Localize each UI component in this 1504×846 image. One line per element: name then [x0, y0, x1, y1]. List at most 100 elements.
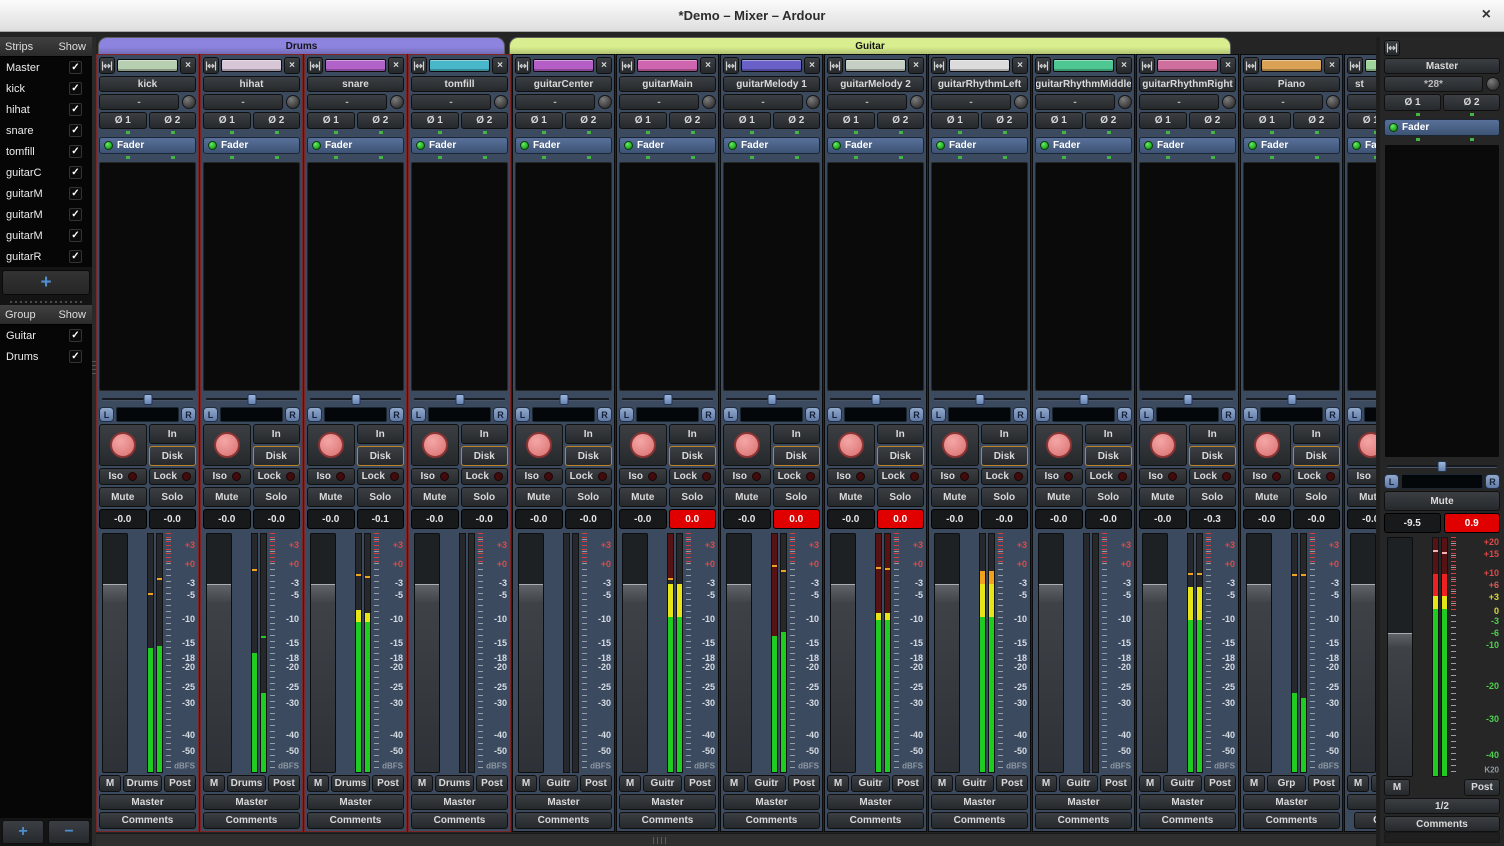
solo-button[interactable]: Solo: [565, 487, 613, 507]
pan-left-button[interactable]: L: [307, 407, 322, 422]
phase-2-button[interactable]: Ø 2: [669, 112, 717, 129]
solo-isolate-button[interactable]: Iso: [203, 468, 251, 485]
fader[interactable]: [830, 533, 856, 773]
strip-name-button[interactable]: Piano: [1243, 76, 1340, 92]
gain-display[interactable]: -0.0: [1035, 509, 1083, 529]
fader-processor[interactable]: Fader: [723, 137, 820, 154]
pan-left-button[interactable]: L: [411, 407, 426, 422]
mute-button[interactable]: Mute: [1035, 487, 1083, 507]
master-m-button[interactable]: M: [1384, 779, 1410, 796]
phase-1-button[interactable]: Ø 1: [1347, 112, 1376, 129]
monitor-disk-button[interactable]: Disk: [149, 446, 197, 466]
comments-button[interactable]: Comments: [515, 812, 612, 829]
gain-display[interactable]: -0.0: [931, 509, 979, 529]
narrow-toggle-button[interactable]: [931, 57, 947, 74]
processor-box[interactable]: [931, 162, 1028, 391]
monitor-input-button[interactable]: In: [877, 424, 925, 444]
trim-knob[interactable]: [286, 95, 300, 109]
phase-1-button[interactable]: Ø 1: [307, 112, 355, 129]
solo-isolate-button[interactable]: Iso: [411, 468, 459, 485]
group-button[interactable]: Grp: [1267, 775, 1306, 792]
mute-button[interactable]: Mute: [723, 487, 771, 507]
fader-processor[interactable]: Fader: [1035, 137, 1132, 154]
trim-knob[interactable]: [1014, 95, 1028, 109]
solo-lock-button[interactable]: Lock: [357, 468, 405, 485]
group-button[interactable]: Drums: [227, 775, 266, 792]
group-list-item[interactable]: Drums✓: [0, 346, 92, 367]
strip-visible-checkbox[interactable]: ✓: [69, 187, 82, 200]
group-show-checkbox[interactable]: ✓: [69, 329, 82, 342]
processor-box[interactable]: [307, 162, 404, 391]
fader[interactable]: [934, 533, 960, 773]
record-arm-button[interactable]: [1243, 424, 1291, 466]
comments-button[interactable]: Comments: [931, 812, 1028, 829]
master-name-button[interactable]: Master: [1384, 58, 1500, 74]
pan-right-button[interactable]: R: [701, 407, 716, 422]
close-strip-icon[interactable]: ×: [1012, 57, 1028, 74]
solo-isolate-button[interactable]: Iso: [931, 468, 979, 485]
strip-list-item[interactable]: hihat✓: [0, 99, 92, 120]
m-button[interactable]: M: [203, 775, 225, 792]
pan-left-button[interactable]: L: [515, 407, 530, 422]
narrow-toggle-button[interactable]: [1139, 57, 1155, 74]
mute-button[interactable]: Mute: [619, 487, 667, 507]
master-pan-display[interactable]: [1401, 474, 1483, 489]
monitor-disk-button[interactable]: Disk: [877, 446, 925, 466]
processor-active-led-icon[interactable]: [936, 141, 945, 150]
group-show-checkbox[interactable]: ✓: [69, 350, 82, 363]
pan-handle[interactable]: [455, 394, 464, 405]
show-column-header[interactable]: Show: [58, 41, 92, 53]
input-button[interactable]: -: [827, 94, 907, 110]
monitor-disk-button[interactable]: Disk: [357, 446, 405, 466]
meter-point-button[interactable]: Post: [1308, 775, 1340, 792]
color-swatch[interactable]: [117, 59, 178, 72]
pan-right-button[interactable]: R: [1117, 407, 1132, 422]
fader[interactable]: [206, 533, 232, 773]
processor-active-led-icon[interactable]: [832, 141, 841, 150]
master-input-button[interactable]: *28*: [1384, 76, 1483, 92]
solo-isolate-button[interactable]: Iso: [99, 468, 147, 485]
color-swatch[interactable]: [949, 59, 1010, 72]
monitor-disk-button[interactable]: Disk: [1085, 446, 1133, 466]
fader-processor[interactable]: Fader: [411, 137, 508, 154]
color-swatch[interactable]: [1053, 59, 1114, 72]
group-button[interactable]: Drums: [435, 775, 474, 792]
input-button[interactable]: -: [1139, 94, 1219, 110]
solo-isolate-button[interactable]: Iso: [1139, 468, 1187, 485]
trim-knob[interactable]: [910, 95, 924, 109]
pan-handle[interactable]: [1287, 394, 1296, 405]
trim-knob[interactable]: [1118, 95, 1132, 109]
record-arm-button[interactable]: [99, 424, 147, 466]
master-fader-processor[interactable]: Fader: [1384, 119, 1500, 136]
m-button[interactable]: M: [1035, 775, 1057, 792]
color-swatch[interactable]: [429, 59, 490, 72]
pan-display[interactable]: [532, 407, 595, 422]
group-show-column-header[interactable]: Show: [58, 309, 92, 321]
processor-box[interactable]: [723, 162, 820, 391]
fader[interactable]: [1350, 533, 1376, 773]
solo-lock-button[interactable]: Lock: [877, 468, 925, 485]
fader[interactable]: [518, 533, 544, 773]
close-strip-icon[interactable]: ×: [804, 57, 820, 74]
strip-visible-checkbox[interactable]: ✓: [69, 61, 82, 74]
strip-list-item[interactable]: guitarM✓: [0, 225, 92, 246]
gain-display[interactable]: -0.0: [723, 509, 771, 529]
pan-slider[interactable]: [1246, 394, 1337, 405]
group-button[interactable]: Drums: [123, 775, 162, 792]
output-button[interactable]: Master: [827, 794, 924, 810]
narrow-toggle-button[interactable]: [515, 57, 531, 74]
processor-box[interactable]: [619, 162, 716, 391]
comments-button[interactable]: Comments: [99, 812, 196, 829]
gain-display[interactable]: -0.0: [203, 509, 251, 529]
solo-button[interactable]: Solo: [1189, 487, 1237, 507]
pan-slider[interactable]: [1142, 394, 1233, 405]
m-button[interactable]: M: [1243, 775, 1265, 792]
monitor-disk-button[interactable]: Disk: [565, 446, 613, 466]
m-button[interactable]: M: [1347, 775, 1369, 792]
pan-right-button[interactable]: R: [597, 407, 612, 422]
phase-1-button[interactable]: Ø 1: [411, 112, 459, 129]
monitor-input-button[interactable]: In: [565, 424, 613, 444]
master-pan-right-button[interactable]: R: [1485, 474, 1500, 489]
meter-point-button[interactable]: Post: [788, 775, 820, 792]
color-swatch[interactable]: [533, 59, 594, 72]
